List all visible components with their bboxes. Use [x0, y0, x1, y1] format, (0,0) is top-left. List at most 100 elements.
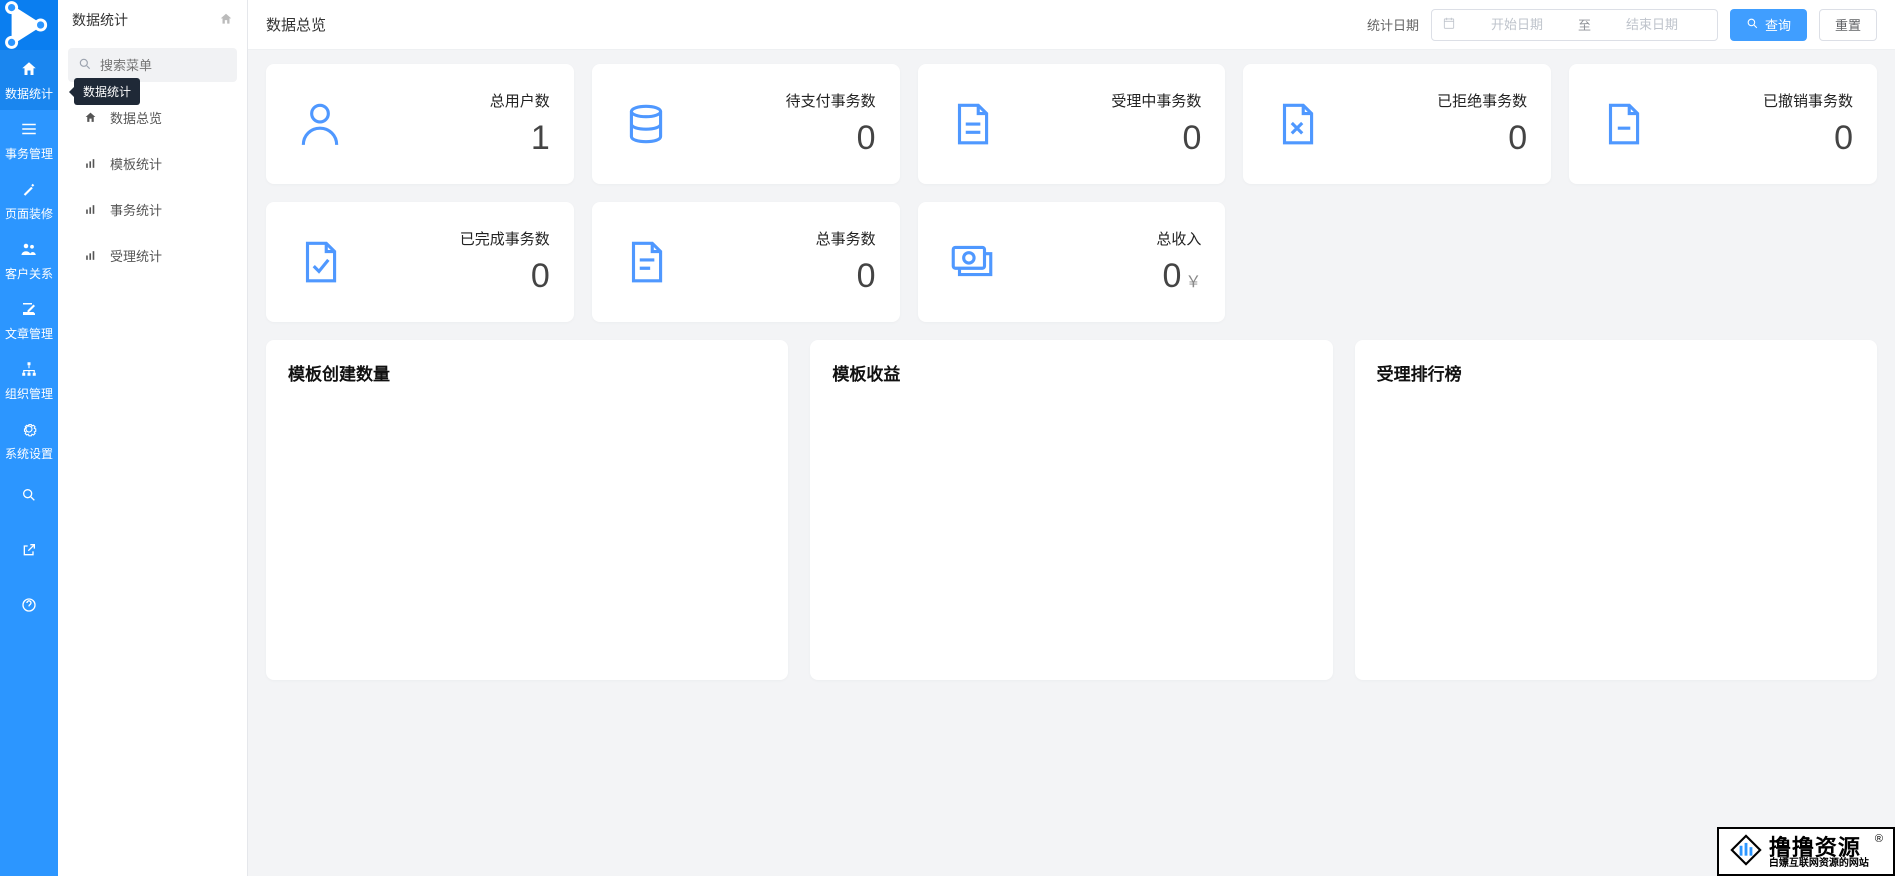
home-icon	[20, 60, 38, 81]
date-sep: 至	[1578, 15, 1591, 34]
side-panel: 数据统计 数据总览 模板统计 事务统计 受理统计	[58, 0, 248, 876]
stat-card-completed: 已完成事务数 0	[266, 202, 574, 322]
nav-item-data-stats[interactable]: 数据统计	[0, 50, 58, 110]
date-range-picker[interactable]: 至	[1431, 9, 1718, 41]
search-icon	[21, 487, 37, 508]
nav-item-article[interactable]: 文章管理	[0, 290, 58, 350]
stat-value: 0	[694, 119, 876, 158]
query-button[interactable]: 查询	[1730, 9, 1807, 41]
stat-label: 总事务数	[694, 228, 876, 249]
nav-label: 事务管理	[5, 145, 53, 162]
stat-value: 0	[694, 257, 876, 296]
chart-icon	[84, 157, 98, 170]
panel-title: 模板收益	[832, 360, 1310, 385]
topbar: 数据总览 统计日期 至 查询 重置	[248, 0, 1895, 50]
nav-item-org[interactable]: 组织管理	[0, 350, 58, 410]
gear-icon	[20, 420, 38, 441]
home-icon[interactable]	[219, 12, 233, 29]
nav-label: 数据统计	[5, 85, 53, 102]
stat-card-revenue: 总收入 0￥	[918, 202, 1226, 322]
stat-card-total-tasks: 总事务数 0	[592, 202, 900, 322]
panel-template-revenue: 模板收益	[810, 340, 1332, 680]
help-icon	[21, 597, 37, 618]
side-item-label: 模板统计	[110, 154, 162, 173]
nav-item-settings[interactable]: 系统设置	[0, 410, 58, 470]
stat-unit: ￥	[1185, 274, 1201, 291]
side-item-template-stats[interactable]: 模板统计	[58, 140, 247, 186]
watermark-reg: ®	[1875, 833, 1883, 845]
nav-external-button[interactable]	[0, 525, 58, 580]
stat-value: 0	[1671, 119, 1853, 158]
search-icon	[1746, 17, 1759, 33]
side-item-label: 受理统计	[110, 246, 162, 265]
watermark-logo-icon	[1729, 833, 1763, 872]
app-logo	[0, 0, 58, 50]
document-minus-icon	[1593, 94, 1653, 154]
nav-help-button[interactable]	[0, 580, 58, 635]
stat-value: 0	[1345, 119, 1527, 158]
nav-label: 文章管理	[5, 325, 53, 342]
nav-label: 客户关系	[5, 265, 53, 282]
side-search[interactable]	[68, 48, 237, 82]
document-icon	[942, 94, 1002, 154]
nav-item-customer[interactable]: 客户关系	[0, 230, 58, 290]
panel-title: 受理排行榜	[1377, 360, 1855, 385]
nav-item-page-decor[interactable]: 页面装修	[0, 170, 58, 230]
user-icon	[290, 94, 350, 154]
stat-label: 受理中事务数	[1020, 90, 1202, 111]
stat-value: 0	[368, 257, 550, 296]
sitemap-icon	[20, 360, 38, 381]
stat-label: 总用户数	[368, 90, 550, 111]
cash-icon	[942, 232, 1002, 292]
stat-card-total-users: 总用户数1	[266, 64, 574, 184]
external-link-icon	[21, 542, 37, 563]
side-item-label: 事务统计	[110, 200, 162, 219]
document-check-icon	[290, 232, 350, 292]
users-icon	[20, 240, 38, 261]
stat-label: 待支付事务数	[694, 90, 876, 111]
stat-label: 总收入	[1020, 228, 1202, 249]
side-title: 数据统计	[72, 10, 128, 30]
stat-card-revoked: 已撤销事务数 0	[1569, 64, 1877, 184]
chart-icon	[84, 249, 98, 262]
nav-tooltip: 数据统计	[74, 78, 140, 105]
stat-card-pending-pay: 待支付事务数 0	[592, 64, 900, 184]
start-date-input[interactable]	[1462, 17, 1572, 32]
stat-value: 0	[1162, 257, 1181, 295]
button-label: 查询	[1765, 15, 1791, 34]
panel-template-create: 模板创建数量	[266, 340, 788, 680]
date-label: 统计日期	[1367, 15, 1419, 34]
page-title: 数据总览	[266, 14, 326, 35]
panel-accept-rank: 受理排行榜	[1355, 340, 1877, 680]
nav-item-task-mgmt[interactable]: 事务管理	[0, 110, 58, 170]
calendar-icon	[1442, 16, 1456, 33]
stat-card-rejected: 已拒绝事务数 0	[1243, 64, 1551, 184]
search-icon	[78, 57, 92, 74]
nav-label: 页面装修	[5, 205, 53, 222]
watermark-sub: 白嫖互联网资源的网站	[1769, 859, 1869, 869]
list-icon	[20, 120, 38, 141]
home-icon	[84, 111, 98, 124]
end-date-input[interactable]	[1597, 17, 1707, 32]
nav-label: 组织管理	[5, 385, 53, 402]
stat-label: 已拒绝事务数	[1345, 90, 1527, 111]
nav-search-button[interactable]	[0, 470, 58, 525]
watermark: 撸撸资源 白嫖互联网资源的网站 ®	[1717, 827, 1895, 876]
stat-value: 0	[1020, 119, 1202, 158]
stat-label: 已完成事务数	[368, 228, 550, 249]
side-item-task-stats[interactable]: 事务统计	[58, 186, 247, 232]
watermark-brand: 撸撸资源	[1769, 837, 1869, 859]
nav-label: 系统设置	[5, 445, 53, 462]
nav-rail: 数据统计 事务管理 页面装修 客户关系 文章管理 组织管理 系统设置	[0, 0, 58, 876]
document-lines-icon	[616, 232, 676, 292]
button-label: 重置	[1835, 15, 1861, 34]
coins-icon	[616, 94, 676, 154]
edit-icon	[20, 300, 38, 321]
document-x-icon	[1267, 94, 1327, 154]
chart-icon	[84, 203, 98, 216]
reset-button[interactable]: 重置	[1819, 9, 1877, 41]
side-item-accept-stats[interactable]: 受理统计	[58, 232, 247, 278]
wand-icon	[20, 180, 38, 201]
stat-label: 已撤销事务数	[1671, 90, 1853, 111]
side-item-label: 数据总览	[110, 108, 162, 127]
